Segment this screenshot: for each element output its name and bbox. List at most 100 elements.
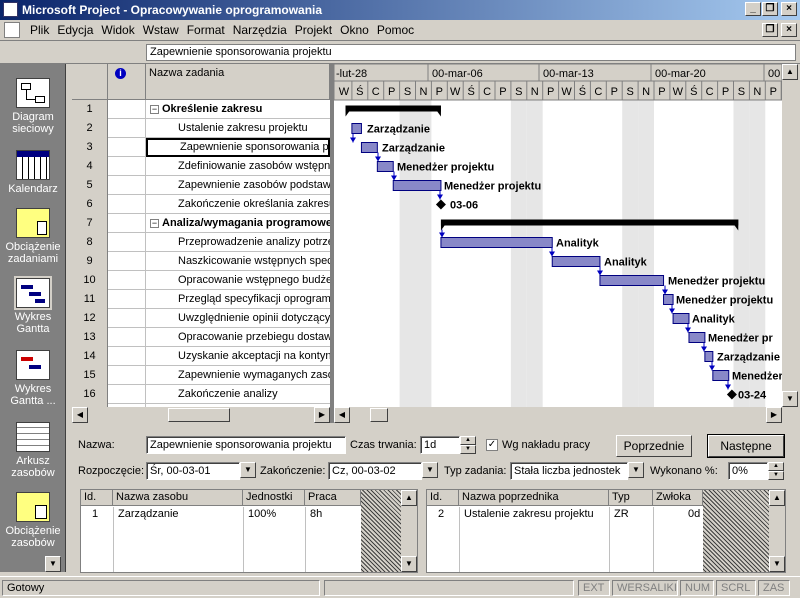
task-name-cell[interactable]: Naszkicowanie wstępnych specyfikacji xyxy=(146,252,330,271)
task-name-cell[interactable]: Zapewnienie sponsorowania projektu xyxy=(146,138,330,157)
task-row[interactable]: 3 Zapewnienie sponsorowania projektu xyxy=(72,138,330,157)
task-name-cell[interactable]: Zdefiniowanie zasobów wstępnych xyxy=(146,157,330,176)
task-name-cell[interactable]: Opracowanie przebiegu dostaw xyxy=(146,328,330,347)
pred-scroll-down[interactable]: ▼ xyxy=(769,556,785,572)
menu-edit[interactable]: Edycja xyxy=(57,23,93,37)
minimize-button[interactable]: _ xyxy=(745,2,761,16)
task-row-number[interactable]: 8 xyxy=(72,233,108,252)
finish-dropdown[interactable]: ▼ xyxy=(422,462,438,478)
pred-cell-id[interactable]: 2 xyxy=(435,507,444,523)
menu-tools[interactable]: Narzędzia xyxy=(233,23,287,37)
task-row[interactable]: 12 Uwzględnienie opinii dotyczących xyxy=(72,309,330,328)
start-dropdown[interactable]: ▼ xyxy=(240,462,256,478)
task-row-number[interactable]: 15 xyxy=(72,366,108,385)
entry-field[interactable]: Zapewnienie sponsorowania projektu xyxy=(146,44,796,61)
task-row[interactable]: 8 Przeprowadzenie analizy potrzeb xyxy=(72,233,330,252)
header-indicators[interactable]: i xyxy=(108,64,146,100)
scroll-left-button[interactable]: ◀ xyxy=(72,407,88,423)
task-row-number[interactable]: 1 xyxy=(72,100,108,119)
task-name-cell[interactable]: Zakończenie określania zakresu xyxy=(146,195,330,214)
task-row-number[interactable]: 12 xyxy=(72,309,108,328)
task-row[interactable]: 13 Opracowanie przebiegu dostaw xyxy=(72,328,330,347)
scroll-right-button[interactable]: ▶ xyxy=(314,407,330,423)
task-row[interactable]: 1 − Określenie zakresu xyxy=(72,100,330,119)
task-type-field[interactable]: Stała liczba jednostek xyxy=(510,462,628,480)
res-cell-units[interactable]: 100% xyxy=(245,507,276,523)
view-resource-usage[interactable]: Obciążenie zasobów xyxy=(0,492,66,549)
task-row[interactable]: 10 Opracowanie wstępnego budżetu xyxy=(72,271,330,290)
task-row[interactable]: 16 Zakończenie analizy xyxy=(72,385,330,404)
task-row-number[interactable]: 7 xyxy=(72,214,108,233)
duration-field[interactable]: 1d xyxy=(420,436,460,454)
task-row[interactable]: 7 − Analiza/wymagania programowe xyxy=(72,214,330,233)
previous-button[interactable]: Poprzednie xyxy=(616,435,692,457)
effort-checkbox[interactable]: ✓ xyxy=(486,439,498,451)
menu-file[interactable]: Plik xyxy=(30,23,49,37)
task-row[interactable]: 11 Przegląd specyfikacji oprogramowania xyxy=(72,290,330,309)
task-row-number[interactable]: 4 xyxy=(72,157,108,176)
gantt-hscroll[interactable]: ◀ ▶ xyxy=(334,407,798,423)
complete-up-button[interactable]: ▲ xyxy=(768,462,784,471)
collapse-icon[interactable]: − xyxy=(150,105,159,114)
view-gantt-chart[interactable]: Wykres Gantta xyxy=(0,276,66,335)
task-row[interactable]: 6 Zakończenie określania zakresu xyxy=(72,195,330,214)
header-task-name[interactable]: Nazwa zadania xyxy=(146,64,330,100)
task-row[interactable]: 9 Naszkicowanie wstępnych specyfikacji xyxy=(72,252,330,271)
task-name-cell[interactable]: Ustalenie zakresu projektu xyxy=(146,119,330,138)
res-scroll-down[interactable]: ▼ xyxy=(401,556,417,572)
gantt-scroll-thumb[interactable] xyxy=(370,408,388,422)
gantt-vscroll[interactable]: ▲ ▼ xyxy=(782,64,798,407)
view-tracking-gantt[interactable]: Wykres Gantta ... xyxy=(0,350,66,407)
duration-down-button[interactable]: ▼ xyxy=(460,445,476,454)
pred-cell-type[interactable]: ZR xyxy=(611,507,629,523)
menu-insert[interactable]: Wstaw xyxy=(143,23,179,37)
task-row[interactable]: 14 Uzyskanie akceptacji na kontynuację xyxy=(72,347,330,366)
task-row[interactable]: 4 Zdefiniowanie zasobów wstępnych xyxy=(72,157,330,176)
task-row-number[interactable]: 2 xyxy=(72,119,108,138)
restore-button[interactable]: ❐ xyxy=(762,2,778,16)
gantt-scroll-left-button[interactable]: ◀ xyxy=(334,407,350,423)
view-network-diagram[interactable]: Diagram sieciowy xyxy=(0,78,66,135)
task-row[interactable]: 15 Zapewnienie wymaganych zasobów xyxy=(72,366,330,385)
finish-field[interactable]: Cz, 00-03-02 xyxy=(328,462,422,480)
task-row-number[interactable]: 6 xyxy=(72,195,108,214)
view-calendar[interactable]: Kalendarz xyxy=(0,150,66,195)
task-name-cell[interactable]: Przegląd specyfikacji oprogramowania xyxy=(146,290,330,309)
document-icon[interactable] xyxy=(4,22,20,38)
next-button[interactable]: Następne xyxy=(707,434,785,458)
task-row-number[interactable]: 9 xyxy=(72,252,108,271)
pred-cell-name[interactable]: Ustalenie zakresu projektu xyxy=(461,507,594,523)
pred-cell-lag[interactable]: 0d xyxy=(685,507,700,523)
pred-vscroll[interactable]: ▲ ▼ xyxy=(769,490,785,572)
pred-scroll-up[interactable]: ▲ xyxy=(769,490,785,506)
task-row-number[interactable]: 3 xyxy=(72,138,108,157)
res-cell-name[interactable]: Zarządzanie xyxy=(115,507,179,523)
res-vscroll[interactable]: ▲ ▼ xyxy=(401,490,417,572)
app-icon[interactable] xyxy=(3,2,18,17)
scroll-thumb[interactable] xyxy=(168,408,230,422)
view-resource-sheet[interactable]: Arkusz zasobów xyxy=(0,422,66,479)
res-scroll-up[interactable]: ▲ xyxy=(401,490,417,506)
res-cell-id[interactable]: 1 xyxy=(89,507,98,523)
task-row-number[interactable]: 14 xyxy=(72,347,108,366)
name-field[interactable]: Zapewnienie sponsorowania projektu xyxy=(146,436,346,454)
task-name-cell[interactable]: Uzyskanie akceptacji na kontynuację xyxy=(146,347,330,366)
collapse-icon[interactable]: − xyxy=(150,219,159,228)
menu-format[interactable]: Format xyxy=(187,23,225,37)
menu-window[interactable]: Okno xyxy=(340,23,369,37)
task-row-number[interactable]: 11 xyxy=(72,290,108,309)
menu-project[interactable]: Projekt xyxy=(295,23,332,37)
task-name-cell[interactable]: Uwzględnienie opinii dotyczących xyxy=(146,309,330,328)
menu-view[interactable]: Widok xyxy=(101,23,134,37)
doc-close-button[interactable]: × xyxy=(781,23,797,37)
task-row[interactable]: 5 Zapewnienie zasobów podstawowych xyxy=(72,176,330,195)
menu-help[interactable]: Pomoc xyxy=(377,23,414,37)
task-row-number[interactable]: 13 xyxy=(72,328,108,347)
task-row-number[interactable]: 10 xyxy=(72,271,108,290)
complete-field[interactable]: 0% xyxy=(728,462,768,480)
complete-down-button[interactable]: ▼ xyxy=(768,471,784,480)
gantt-scroll-right-button[interactable]: ▶ xyxy=(766,407,782,423)
task-name-cell[interactable]: Zapewnienie wymaganych zasobów xyxy=(146,366,330,385)
task-name-cell[interactable]: − Analiza/wymagania programowe xyxy=(146,214,330,233)
task-type-dropdown[interactable]: ▼ xyxy=(628,462,644,478)
